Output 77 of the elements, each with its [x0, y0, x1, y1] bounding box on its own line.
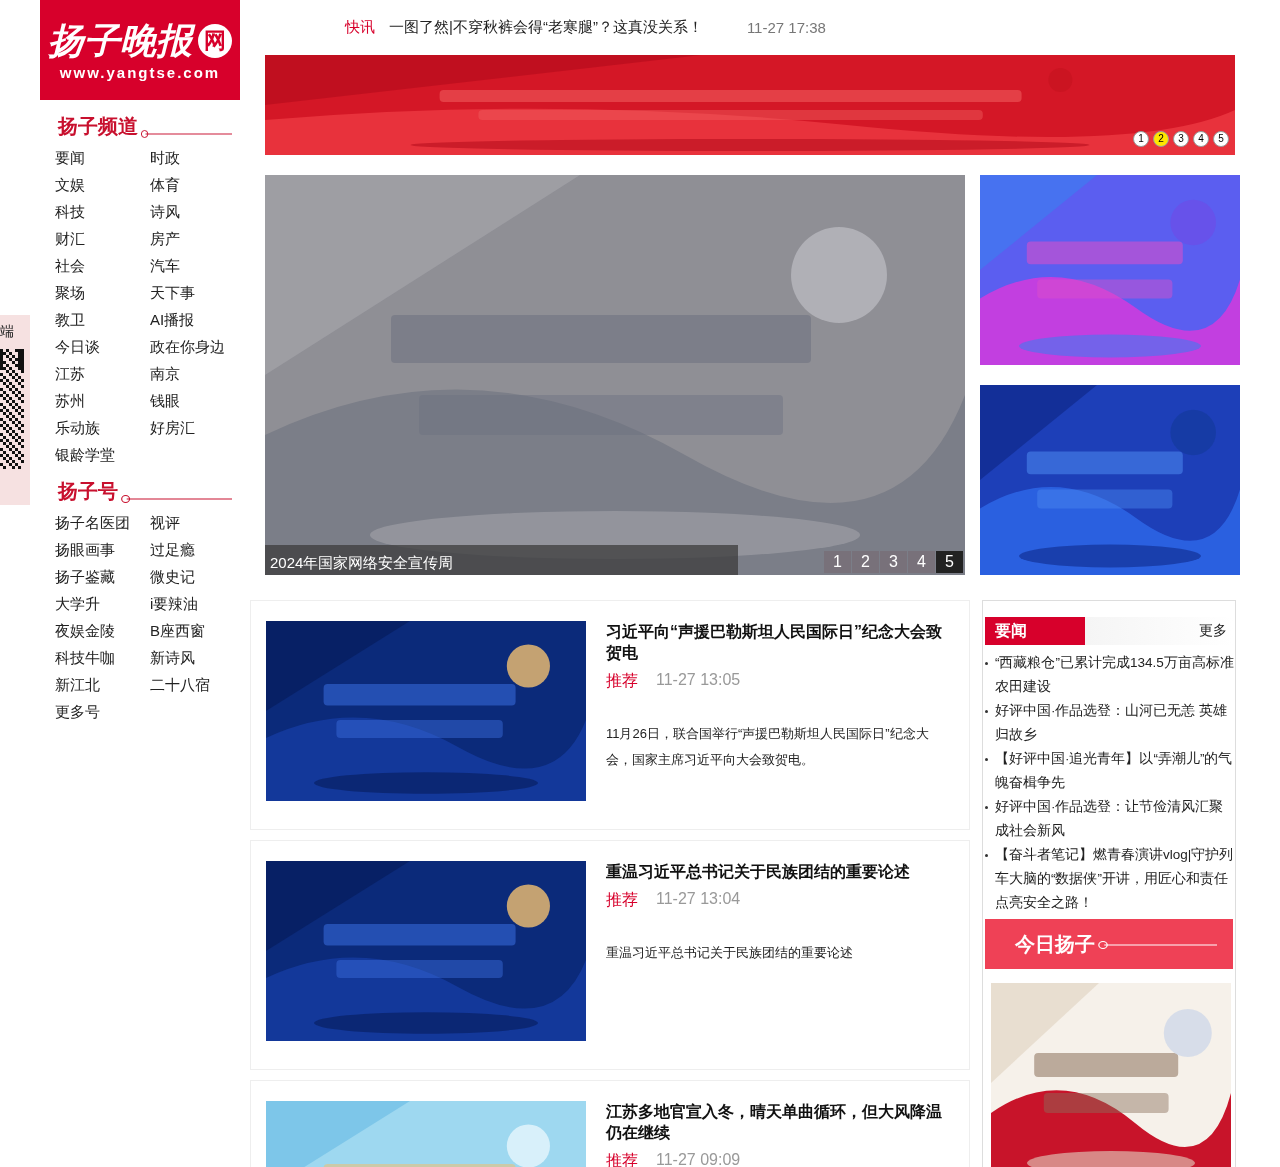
channel-link[interactable]: i要辣油	[150, 594, 245, 614]
channel-link[interactable]: 社会	[55, 256, 150, 276]
channel-link[interactable]: 房产	[150, 229, 245, 249]
article-title[interactable]: 习近平向“声援巴勒斯坦人民国际日”纪念大会致贺电	[606, 621, 951, 663]
channel-link[interactable]: 视评	[150, 513, 245, 533]
article-summary: 重温习近平总书记关于民族团结的重要论述	[606, 944, 854, 962]
channel-link[interactable]: 文娱	[55, 175, 150, 195]
news-link[interactable]: “西藏粮仓”已累计完成134.5万亩高标准农田建设	[995, 651, 1235, 699]
channel-link[interactable]: 今日谈	[55, 337, 150, 357]
channel-link[interactable]: 科技牛咖	[55, 648, 150, 668]
channel-link[interactable]: 新诗风	[150, 648, 245, 668]
channel-link[interactable]: 夜娱金陵	[55, 621, 150, 641]
channel-link[interactable]: 微史记	[150, 567, 245, 587]
slide-page-button[interactable]: 2	[852, 551, 879, 573]
channel-link[interactable]: 聚场	[55, 283, 150, 303]
channel-link[interactable]: 南京	[150, 364, 245, 384]
channel-link[interactable]: 银龄学堂	[55, 445, 150, 465]
channel-link[interactable]: 诗风	[150, 202, 245, 222]
channel-link[interactable]: AI播报	[150, 310, 245, 330]
section-title: 扬子频道	[58, 114, 138, 138]
channel-link[interactable]: 扬眼画事	[55, 540, 150, 560]
bullet-icon	[985, 806, 988, 809]
news-panel-title: 要闻	[985, 617, 1085, 645]
today-title: 今日扬子	[1015, 931, 1095, 957]
channel-link[interactable]: 乐动族	[55, 418, 150, 438]
channel-link[interactable]: 苏州	[55, 391, 150, 411]
channel-link[interactable]: 科技	[55, 202, 150, 222]
section-title: 扬子号	[58, 479, 118, 503]
channel-link[interactable]: 江苏	[55, 364, 150, 384]
qr-label: 端	[0, 323, 14, 341]
bullet-icon	[985, 758, 988, 761]
article-time: 11-27 13:05	[656, 671, 741, 690]
channel-link[interactable]: 过足瘾	[150, 540, 245, 560]
more-link[interactable]: 更多	[1199, 622, 1227, 640]
bullet-icon	[985, 854, 988, 857]
site-logo[interactable]: 扬子晚报 网 www.yangtse.com	[40, 0, 240, 100]
channel-link[interactable]: 二十八宿	[150, 675, 245, 695]
news-link[interactable]: 好评中国·作品选登：让节俭清风汇聚成社会新风	[995, 795, 1235, 843]
channel-link[interactable]: 更多号	[55, 702, 150, 722]
channel-link[interactable]: B座西窗	[150, 621, 245, 641]
logo-badge: 网	[198, 23, 232, 58]
channel-link[interactable]: 扬子鉴藏	[55, 567, 150, 587]
channel-link[interactable]: 时政	[150, 148, 245, 168]
article-tag: 推荐	[606, 671, 638, 692]
slide-page-button[interactable]: 1	[824, 551, 851, 573]
news-link[interactable]: 【奋斗者笔记】燃青春演讲vlog|守护列车大脑的“数据侠”开讲，用匠心和责任点亮安全之路！	[995, 843, 1235, 915]
slide-page-button[interactable]: 4	[908, 551, 935, 573]
channel-link[interactable]: 新江北	[55, 675, 150, 695]
channel-link[interactable]: 钱眼	[150, 391, 245, 411]
article-summary: 11月26日，联合国举行“声援巴勒斯坦人民国际日”纪念大会，国家主席习近平向大会致贺电。	[606, 725, 930, 769]
logo-url: www.yangtse.com	[59, 63, 221, 81]
article-title[interactable]: 重温习近平总书记关于民族团结的重要论述	[606, 861, 951, 882]
news-link[interactable]: 好评中国·作品选登：山河已无恙 英雄归故乡	[995, 699, 1235, 747]
bullet-icon	[985, 710, 988, 713]
slide-page-button[interactable]: 5	[936, 551, 963, 573]
channel-link[interactable]: 财汇	[55, 229, 150, 249]
ticker-headline[interactable]: 一图了然|不穿秋裤会得“老寒腿”？这真没关系！	[389, 18, 703, 37]
ticker-tag: 快讯	[345, 18, 375, 37]
channel-link[interactable]: 好房汇	[150, 418, 245, 438]
news-link[interactable]: 【好评中国·追光青年】以“弄潮儿”的气魄奋楫争先	[995, 747, 1235, 795]
bullet-icon	[985, 662, 988, 665]
channel-link[interactable]: 扬子名医团	[55, 513, 150, 533]
channel-link[interactable]: 体育	[150, 175, 245, 195]
qr-code-icon	[0, 349, 24, 469]
slide-page-button[interactable]: 3	[880, 551, 907, 573]
channel-link[interactable]: 汽车	[150, 256, 245, 276]
channel-link[interactable]: 政在你身边	[150, 337, 245, 357]
article-time: 11-27 09:09	[656, 1151, 741, 1167]
slide-caption[interactable]: 2024年国家网络安全宣传周	[265, 545, 738, 575]
article-time: 11-27 13:04	[656, 890, 741, 909]
ticker-time: 11-27 17:38	[746, 19, 826, 36]
article-tag: 推荐	[606, 890, 638, 911]
channel-link[interactable]: 天下事	[150, 283, 245, 303]
channel-link[interactable]: 大学升	[55, 594, 150, 614]
channel-link[interactable]: 要闻	[55, 148, 150, 168]
article-title[interactable]: 江苏多地官宣入冬，晴天单曲循环，但大风降温仍在继续	[606, 1101, 951, 1143]
channel-link[interactable]: 教卫	[55, 310, 150, 330]
